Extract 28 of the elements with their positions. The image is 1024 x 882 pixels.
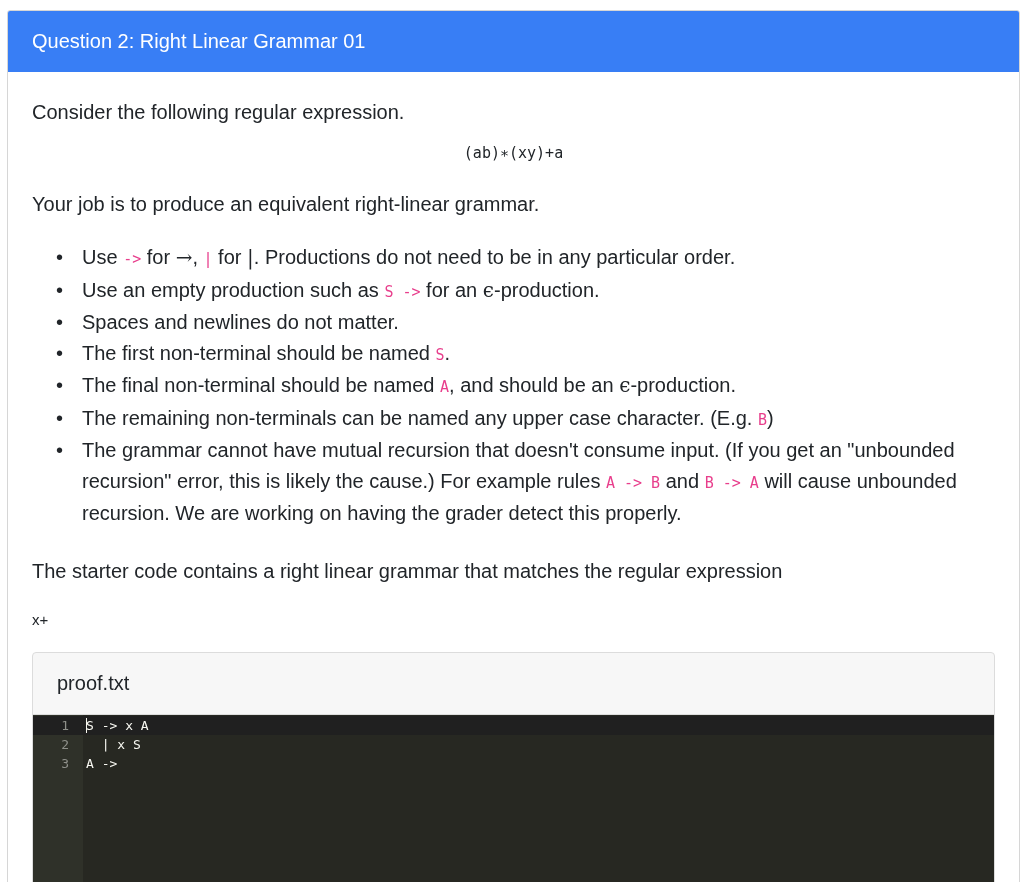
bullet-marker: • xyxy=(56,245,64,270)
question-title: Question 2: Right Linear Grammar 01 xyxy=(32,30,366,53)
list-item: The first non-terminal should be named S. xyxy=(82,340,452,366)
bullet-marker: • xyxy=(56,438,64,463)
line-number: 2 xyxy=(60,736,70,752)
code-line: A -> xyxy=(86,755,118,771)
starter-expression: x+ xyxy=(32,610,50,628)
list-item: Spaces and newlines do not matter. xyxy=(82,310,400,335)
code-line: | x S xyxy=(100,736,141,752)
bullet-marker: • xyxy=(56,310,64,335)
line-number: 3 xyxy=(60,755,70,771)
regular-expression: (ab)∗(xy)+a xyxy=(463,144,564,162)
list-item: The grammar cannot have mutual recursion that doesn't consume input. (If you get an "unbounded recursion" error, this is likely the cause.) For example rules A -> B and B -> A will cause unbounded recursion. We are working on having the grader detect this properly. xyxy=(82,438,958,526)
line-number: 1 xyxy=(60,717,70,733)
list-item: Use -> for →, | for |. Productions do not need to be in any particular order. xyxy=(82,244,737,272)
intro-text: Consider the following regular expression. xyxy=(32,100,406,124)
bullet-marker: • xyxy=(56,405,64,431)
bullet-marker: • xyxy=(56,340,64,366)
list-item: The final non-terminal should be named A, and should be an ϵ-production. xyxy=(82,372,737,399)
task-text: Your job is to produce an equivalent right-linear grammar. xyxy=(32,192,541,216)
bullet-marker: • xyxy=(56,373,64,398)
file-name: proof.txt xyxy=(57,671,130,695)
bullet-marker: • xyxy=(56,277,64,303)
list-item: The remaining non-terminals can be named any upper case character. (E.g. B) xyxy=(82,405,775,431)
starter-text: The starter code contains a right linear grammar that matches the regular expression xyxy=(32,558,784,583)
list-item: Use an empty production such as S -> for an ϵ-production. xyxy=(82,276,601,304)
code-editor[interactable]: 1 S -> x A 2 | x S 3 A -> xyxy=(33,714,994,882)
code-line: S -> x A xyxy=(86,717,149,733)
